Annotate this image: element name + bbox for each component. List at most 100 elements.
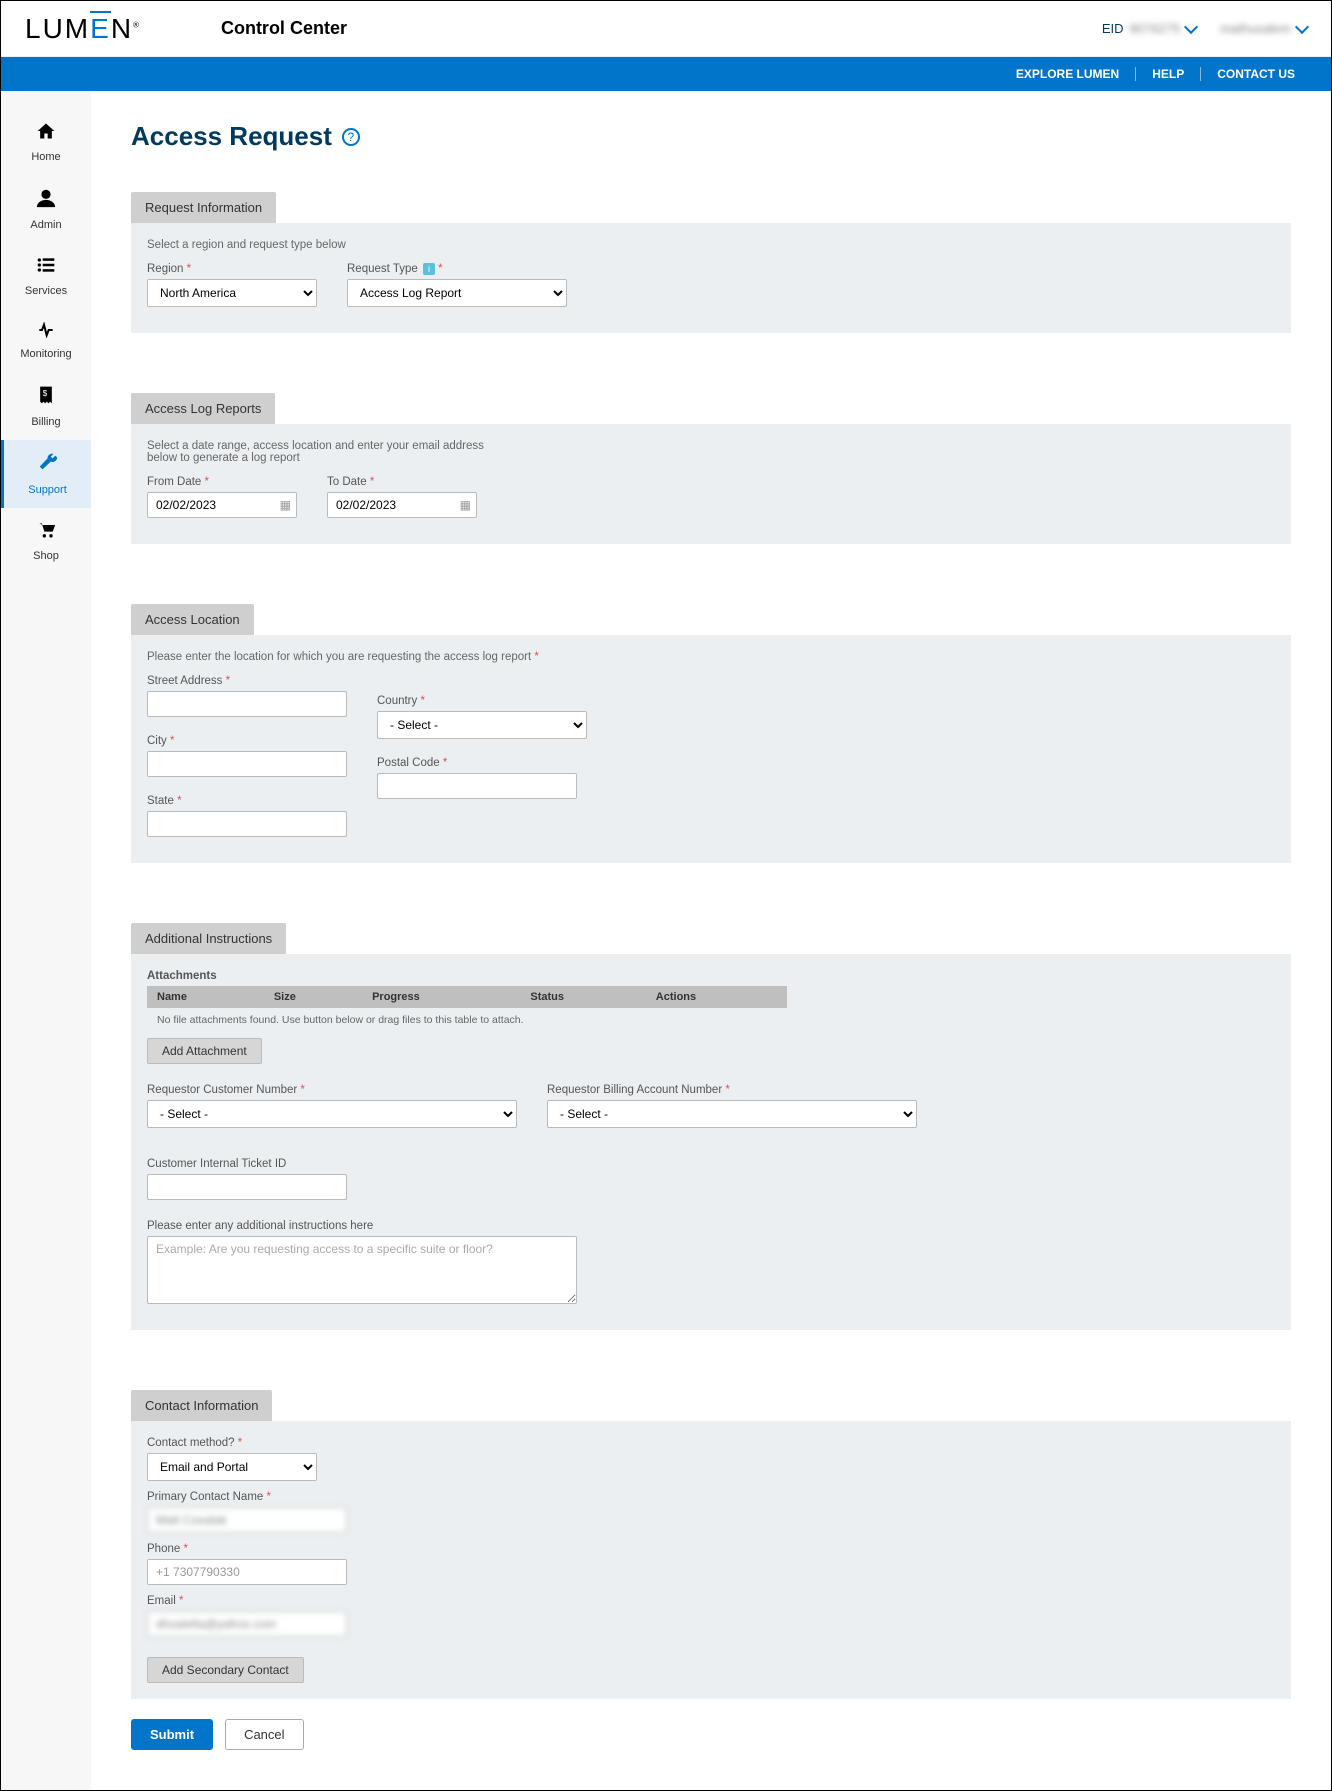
- add-attachment-button[interactable]: Add Attachment: [147, 1038, 262, 1064]
- email-input[interactable]: [147, 1611, 347, 1637]
- postal-input[interactable]: [377, 773, 577, 799]
- sidebar: Home Admin Services Monitoring $ Billing: [1, 91, 91, 1790]
- sidebar-item-label: Support: [28, 484, 67, 496]
- eid-dropdown[interactable]: EID 9076275: [1102, 21, 1196, 36]
- contact-method-select[interactable]: Email and Portal: [147, 1453, 317, 1481]
- submit-button[interactable]: Submit: [131, 1719, 213, 1750]
- top-bar-right: EID 9076275 mathusalem: [1102, 21, 1307, 36]
- eid-value: 9076275: [1130, 21, 1181, 36]
- sidebar-item-label: Services: [25, 285, 67, 297]
- email-label: Email *: [147, 1595, 1275, 1607]
- logo: LUMEN®: [25, 13, 141, 45]
- col-status: Status: [520, 986, 645, 1008]
- phone-input[interactable]: [147, 1559, 347, 1585]
- list-icon: [1, 255, 91, 281]
- instructions-label: Please enter any additional instructions…: [147, 1220, 1275, 1232]
- sidebar-item-label: Shop: [33, 550, 59, 562]
- form-buttons: Submit Cancel: [131, 1719, 1291, 1750]
- app-title: Control Center: [221, 18, 347, 39]
- ticket-label: Customer Internal Ticket ID: [147, 1158, 1275, 1170]
- col-progress: Progress: [362, 986, 520, 1008]
- section-request-info: Request Information Select a region and …: [131, 192, 1291, 333]
- sidebar-item-admin[interactable]: Admin: [1, 175, 91, 243]
- sidebar-item-label: Admin: [30, 219, 61, 231]
- state-label: State *: [147, 795, 347, 807]
- from-date-input[interactable]: [147, 492, 297, 518]
- svg-text:$: $: [43, 388, 48, 398]
- section-header: Additional Instructions: [131, 923, 286, 954]
- street-input[interactable]: [147, 691, 347, 717]
- state-input[interactable]: [147, 811, 347, 837]
- section-contact: Contact Information Contact method? * Em…: [131, 1390, 1291, 1699]
- top-bar: LUMEN® Control Center EID 9076275 mathus…: [1, 1, 1331, 57]
- cust-num-select[interactable]: - Select -: [147, 1100, 517, 1128]
- country-label: Country *: [377, 695, 587, 707]
- home-icon: [1, 121, 91, 147]
- eid-label: EID: [1102, 21, 1124, 36]
- col-actions: Actions: [646, 986, 787, 1008]
- cart-icon: [1, 520, 91, 546]
- to-date-input[interactable]: [327, 492, 477, 518]
- chevron-down-icon: [1295, 19, 1309, 33]
- sidebar-item-shop[interactable]: Shop: [1, 508, 91, 574]
- info-icon[interactable]: i: [423, 263, 435, 275]
- user-icon: [1, 187, 91, 215]
- instructions-textarea[interactable]: [147, 1236, 577, 1304]
- section-access-log: Access Log Reports Select a date range, …: [131, 393, 1291, 544]
- sidebar-item-label: Billing: [31, 416, 60, 428]
- sidebar-item-home[interactable]: Home: [1, 109, 91, 175]
- request-type-select[interactable]: Access Log Report: [347, 279, 567, 307]
- contact-us-link[interactable]: CONTACT US: [1200, 67, 1311, 81]
- phone-label: Phone *: [147, 1543, 1275, 1555]
- invoice-icon: $: [1, 384, 91, 412]
- user-dropdown[interactable]: mathusalem: [1220, 21, 1307, 36]
- section-additional: Additional Instructions Attachments Name…: [131, 923, 1291, 1330]
- sidebar-item-services[interactable]: Services: [1, 243, 91, 309]
- sidebar-item-monitoring[interactable]: Monitoring: [1, 309, 91, 372]
- to-date-label: To Date *: [327, 476, 477, 488]
- cust-num-label: Requestor Customer Number *: [147, 1084, 517, 1096]
- wrench-icon: [4, 452, 91, 480]
- sidebar-item-billing[interactable]: $ Billing: [1, 372, 91, 440]
- cancel-button[interactable]: Cancel: [225, 1719, 303, 1750]
- section-header: Request Information: [131, 192, 276, 223]
- contact-name-label: Primary Contact Name *: [147, 1491, 1275, 1503]
- page-title: Access Request ?: [131, 121, 1291, 152]
- from-date-label: From Date *: [147, 476, 297, 488]
- contact-name-input[interactable]: [147, 1507, 347, 1533]
- user-name: mathusalem: [1220, 21, 1291, 36]
- section-desc: Select a region and request type below: [147, 239, 1275, 251]
- billing-select[interactable]: - Select -: [547, 1100, 917, 1128]
- request-type-label: Request Type i *: [347, 263, 567, 275]
- page-title-text: Access Request: [131, 121, 332, 152]
- help-link[interactable]: HELP: [1135, 67, 1200, 81]
- postal-label: Postal Code *: [377, 757, 587, 769]
- section-desc: Select a date range, access location and…: [147, 440, 517, 464]
- section-desc: Please enter the location for which you …: [147, 651, 1275, 663]
- pulse-icon: [1, 321, 91, 344]
- col-size: Size: [264, 986, 362, 1008]
- help-icon[interactable]: ?: [342, 128, 360, 146]
- city-label: City *: [147, 735, 347, 747]
- section-header: Access Log Reports: [131, 393, 275, 424]
- attachments-label: Attachments: [147, 970, 1275, 982]
- contact-method-label: Contact method? *: [147, 1437, 1275, 1449]
- billing-label: Requestor Billing Account Number *: [547, 1084, 917, 1096]
- explore-lumen-link[interactable]: EXPLORE LUMEN: [1000, 67, 1135, 81]
- country-select[interactable]: - Select -: [377, 711, 587, 739]
- section-access-location: Access Location Please enter the locatio…: [131, 604, 1291, 863]
- region-select[interactable]: North America: [147, 279, 317, 307]
- street-label: Street Address *: [147, 675, 347, 687]
- main-content: Access Request ? Request Information Sel…: [91, 91, 1331, 1790]
- blue-nav-bar: EXPLORE LUMEN HELP CONTACT US: [1, 57, 1331, 91]
- sidebar-item-label: Monitoring: [20, 348, 71, 360]
- attachments-table: Name Size Progress Status Actions No fil…: [147, 986, 787, 1032]
- sidebar-item-label: Home: [31, 151, 60, 163]
- sidebar-item-support[interactable]: Support: [1, 440, 91, 508]
- add-secondary-contact-button[interactable]: Add Secondary Contact: [147, 1657, 304, 1683]
- chevron-down-icon: [1184, 19, 1198, 33]
- col-name: Name: [147, 986, 264, 1008]
- city-input[interactable]: [147, 751, 347, 777]
- section-header: Contact Information: [131, 1390, 272, 1421]
- ticket-input[interactable]: [147, 1174, 347, 1200]
